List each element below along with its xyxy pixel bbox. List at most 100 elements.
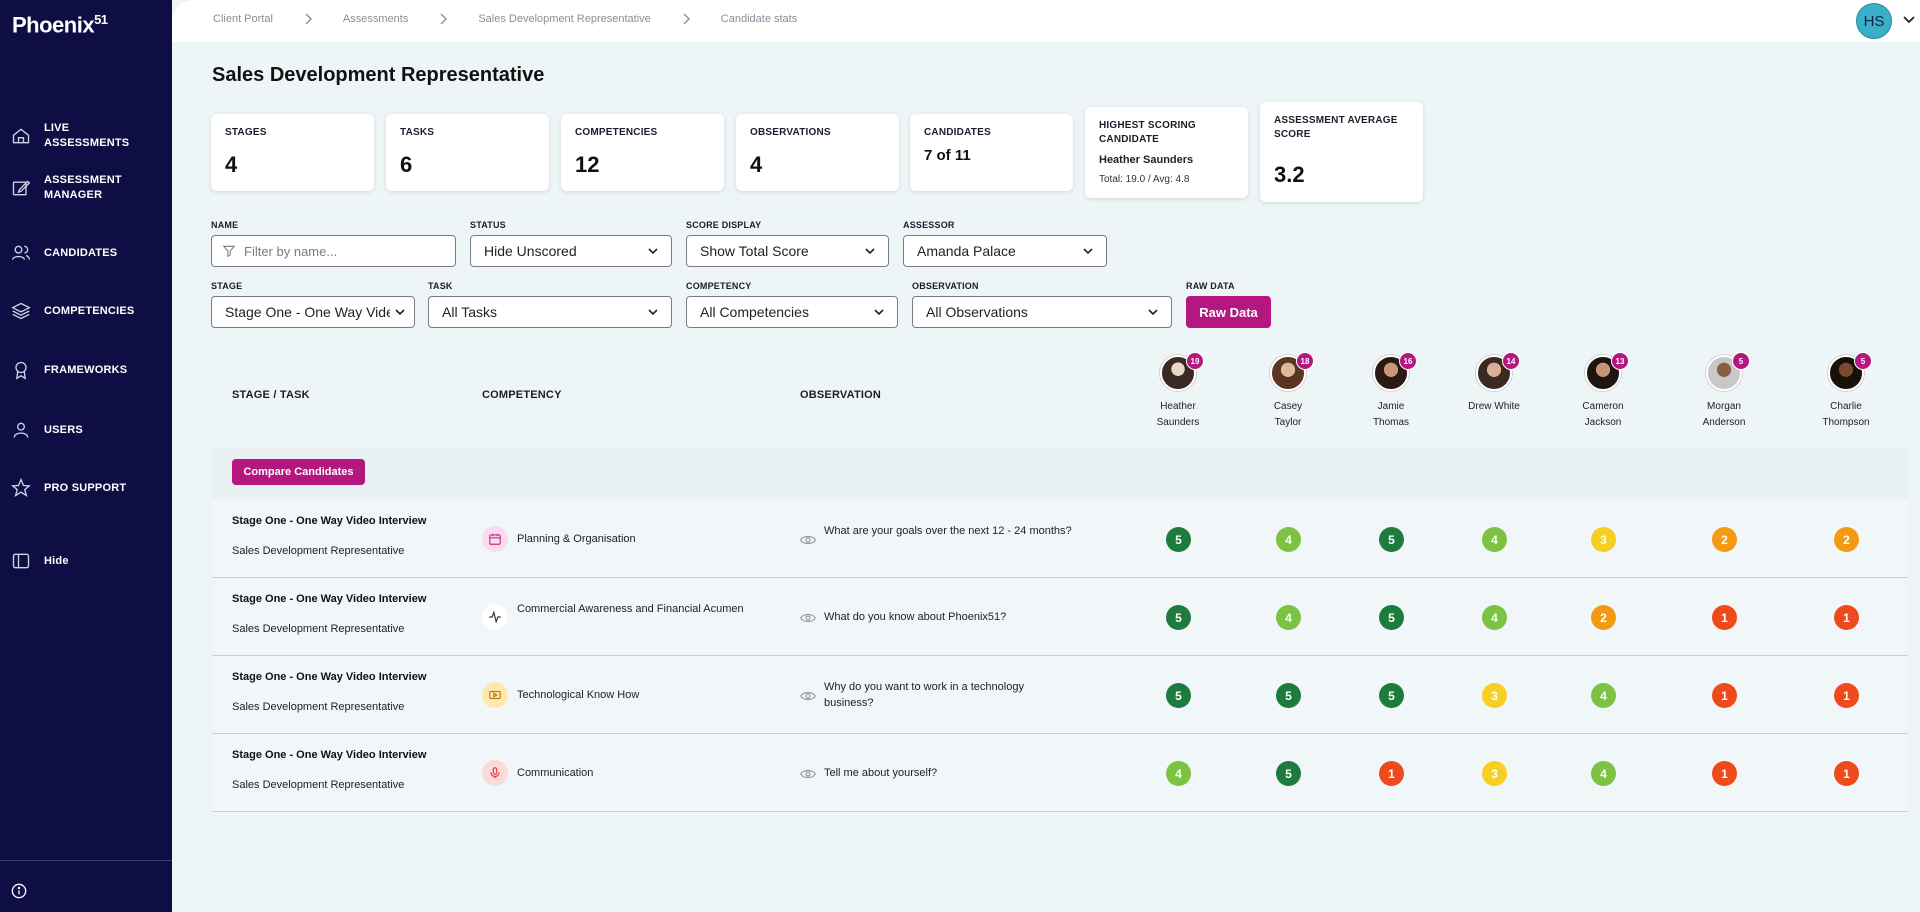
score-badge[interactable]: 5 xyxy=(1276,683,1301,708)
assessor-select[interactable]: Amanda Palace xyxy=(903,235,1107,267)
score-badge[interactable]: 3 xyxy=(1591,527,1616,552)
info-icon[interactable] xyxy=(11,883,27,899)
candidate-header[interactable]: 19 Heather Saunders xyxy=(1133,352,1223,431)
eye-icon[interactable] xyxy=(799,689,817,701)
filter-label-assessor: ASSESSOR xyxy=(903,220,955,230)
score-badge[interactable]: 4 xyxy=(1276,527,1301,552)
filter-label-competency: COMPETENCY xyxy=(686,281,752,291)
candidate-header[interactable]: 14 Drew White xyxy=(1449,352,1539,415)
row-competency: Communication xyxy=(517,767,594,779)
nav-frameworks[interactable]: FRAMEWORKS xyxy=(0,348,172,392)
candidate-avatar: 16 xyxy=(1373,352,1417,391)
nav-candidates[interactable]: CANDIDATES xyxy=(0,231,172,275)
candidate-score-badge: 19 xyxy=(1186,352,1204,370)
score-badge[interactable]: 1 xyxy=(1834,605,1859,630)
microphone-icon xyxy=(482,760,508,786)
brand-logo[interactable]: Phoenix51 xyxy=(12,12,108,38)
chevron-down-icon[interactable] xyxy=(1902,13,1916,27)
candidate-header[interactable]: 13 Cameron Jackson xyxy=(1558,352,1648,431)
score-badge[interactable]: 1 xyxy=(1712,761,1737,786)
filter-label-name: NAME xyxy=(211,220,239,230)
score-badge[interactable]: 2 xyxy=(1834,527,1859,552)
score-display-select[interactable]: Show Total Score xyxy=(686,235,889,267)
activity-icon xyxy=(482,604,508,630)
score-badge[interactable]: 1 xyxy=(1834,761,1859,786)
nav-live-assessments[interactable]: LIVE ASSESSMENTS xyxy=(0,114,172,158)
nav-label: LIVE ASSESSMENTS xyxy=(44,122,130,149)
score-badge[interactable]: 3 xyxy=(1482,761,1507,786)
nav-label: CANDIDATES xyxy=(44,246,118,259)
chevron-down-icon xyxy=(648,309,658,316)
edit-icon xyxy=(12,180,31,196)
filter-label-observation: OBSERVATION xyxy=(912,281,979,291)
candidate-header[interactable]: 18 Casey Taylor xyxy=(1243,352,1333,431)
candidate-score-badge: 18 xyxy=(1296,352,1314,370)
filter-icon xyxy=(222,245,236,258)
chevron-down-icon xyxy=(648,248,658,255)
table-row: Stage One - One Way Video Interview Sales… xyxy=(212,500,1908,578)
user-avatar[interactable]: HS xyxy=(1856,3,1892,39)
score-badge[interactable]: 2 xyxy=(1712,527,1737,552)
score-badge[interactable]: 5 xyxy=(1379,527,1404,552)
sidebar-divider xyxy=(0,860,172,861)
nav-label: FRAMEWORKS xyxy=(44,363,128,376)
score-badge[interactable]: 5 xyxy=(1379,605,1404,630)
raw-data-button[interactable]: Raw Data xyxy=(1186,296,1271,328)
score-badge[interactable]: 5 xyxy=(1379,683,1404,708)
candidate-header[interactable]: 16 Jamie Thomas xyxy=(1346,352,1436,431)
score-badge[interactable]: 5 xyxy=(1166,605,1191,630)
task-select[interactable]: All Tasks xyxy=(428,296,672,328)
user-icon xyxy=(13,422,29,438)
score-badge[interactable]: 4 xyxy=(1166,761,1191,786)
stat-label: HIGHEST SCORING CANDIDATE xyxy=(1099,120,1196,145)
candidate-name: Cameron Jackson xyxy=(1582,401,1624,428)
competency-select[interactable]: All Competencies xyxy=(686,296,898,328)
score-badge[interactable]: 4 xyxy=(1591,761,1616,786)
table-row: Stage One - One Way Video Interview Sales… xyxy=(212,734,1908,812)
name-filter-input[interactable] xyxy=(244,243,414,259)
status-select[interactable]: Hide Unscored xyxy=(470,235,672,267)
nav-assessment-manager[interactable]: ASSESSMENT MANAGER xyxy=(0,166,172,210)
score-badge[interactable]: 5 xyxy=(1166,683,1191,708)
users-icon xyxy=(12,245,30,260)
score-badge[interactable]: 4 xyxy=(1591,683,1616,708)
compare-candidates-button[interactable]: Compare Candidates xyxy=(232,459,365,485)
score-badge[interactable]: 2 xyxy=(1591,605,1616,630)
stat-card-competencies: COMPETENCIES 12 xyxy=(561,114,724,191)
observation-select-value: All Observations xyxy=(926,304,1028,320)
nav-pro-support[interactable]: PRO SUPPORT xyxy=(0,466,172,510)
nav-hide[interactable]: Hide xyxy=(0,539,172,583)
breadcrumb-assessment[interactable]: Sales Development Representative xyxy=(478,13,650,25)
eye-icon[interactable] xyxy=(799,533,817,545)
eye-icon[interactable] xyxy=(799,767,817,779)
score-badge[interactable]: 4 xyxy=(1482,527,1507,552)
score-badge[interactable]: 4 xyxy=(1482,605,1507,630)
stat-value: 4 xyxy=(225,152,238,177)
score-badge[interactable]: 1 xyxy=(1834,683,1859,708)
score-badge[interactable]: 1 xyxy=(1379,761,1404,786)
score-badge[interactable]: 1 xyxy=(1712,605,1737,630)
score-badge[interactable]: 4 xyxy=(1276,605,1301,630)
candidate-name: Charlie Thompson xyxy=(1822,401,1870,428)
sidebar-toggle-icon xyxy=(12,553,30,569)
candidate-score-badge: 5 xyxy=(1854,352,1872,370)
candidate-header[interactable]: 5 Charlie Thompson xyxy=(1801,352,1891,431)
score-badge[interactable]: 5 xyxy=(1166,527,1191,552)
candidate-header[interactable]: 5 Morgan Anderson xyxy=(1679,352,1769,431)
chevron-right-icon xyxy=(305,13,312,25)
stage-select[interactable]: Stage One - One Way Video Interview xyxy=(211,296,415,328)
observation-select[interactable]: All Observations xyxy=(912,296,1172,328)
candidate-avatar: 18 xyxy=(1270,352,1314,391)
nav-users[interactable]: USERS xyxy=(0,408,172,452)
stat-card-tasks: TASKS 6 xyxy=(386,114,549,191)
score-badge[interactable]: 5 xyxy=(1276,761,1301,786)
row-stage: Stage One - One Way Video Interview xyxy=(232,515,427,527)
score-badge[interactable]: 3 xyxy=(1482,683,1507,708)
nav-competencies[interactable]: COMPETENCIES xyxy=(0,289,172,333)
name-filter[interactable] xyxy=(211,235,456,267)
breadcrumb-assessments[interactable]: Assessments xyxy=(343,13,408,25)
stat-card-average-score: ASSESSMENT AVERAGE SCORE 3.2 xyxy=(1260,102,1423,202)
score-badge[interactable]: 1 xyxy=(1712,683,1737,708)
eye-icon[interactable] xyxy=(799,611,817,623)
breadcrumb-client-portal[interactable]: Client Portal xyxy=(213,13,273,25)
